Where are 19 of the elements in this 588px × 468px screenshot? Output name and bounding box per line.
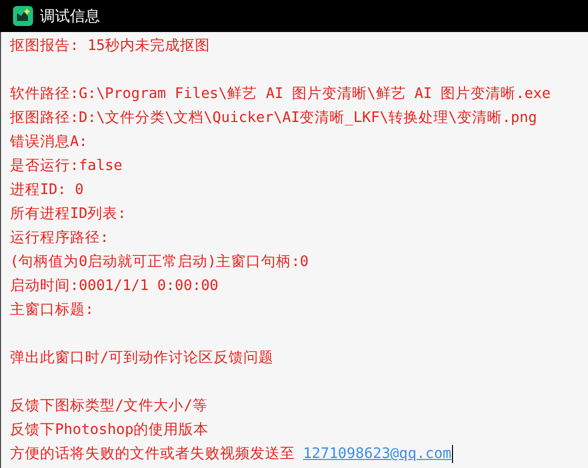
message-line: 错误消息A: — [10, 133, 88, 152]
message-line: 反馈下图标类型/文件大小/等 — [10, 397, 208, 416]
message-line: 启动时间:0001/1/1 0:00:00 — [10, 276, 218, 296]
message-line: 抠图报告: 15秒内未完成抠图 — [10, 36, 210, 56]
app-icon — [13, 6, 33, 26]
message-line: (句柄值为0启动就可正常启动)主窗口句柄:0 — [10, 252, 309, 272]
message-line: 方便的话将失败的文件或者失败视频发送至 — [10, 444, 295, 464]
message-line: 弹出此窗口时/可到动作讨论区反馈问题 — [10, 348, 274, 368]
message-line: 软件路径:G:\Program Files\鲜艺 AI 图片变清晰\鲜艺 AI 图片变清晰.exe — [10, 84, 551, 104]
message-line: 抠图路径:D:\文件分类\文档\Quicker\AI变清晰_LKF\转换处理\变清晰.png — [10, 108, 537, 128]
message-line: 是否运行:false — [10, 157, 122, 176]
message-line: 运行程序路径: — [10, 229, 109, 248]
message-line: 进程ID: 0 — [10, 181, 84, 200]
text-cursor — [452, 445, 454, 463]
message-line: 主窗口标题: — [10, 300, 94, 320]
message-line: 反馈下Photoshop的使用版本 — [10, 421, 209, 440]
message-line: 所有进程ID列表: — [10, 205, 126, 224]
email-link[interactable]: 1271098623@qq.com — [303, 442, 452, 466]
window-title: 调试信息 — [40, 6, 100, 26]
